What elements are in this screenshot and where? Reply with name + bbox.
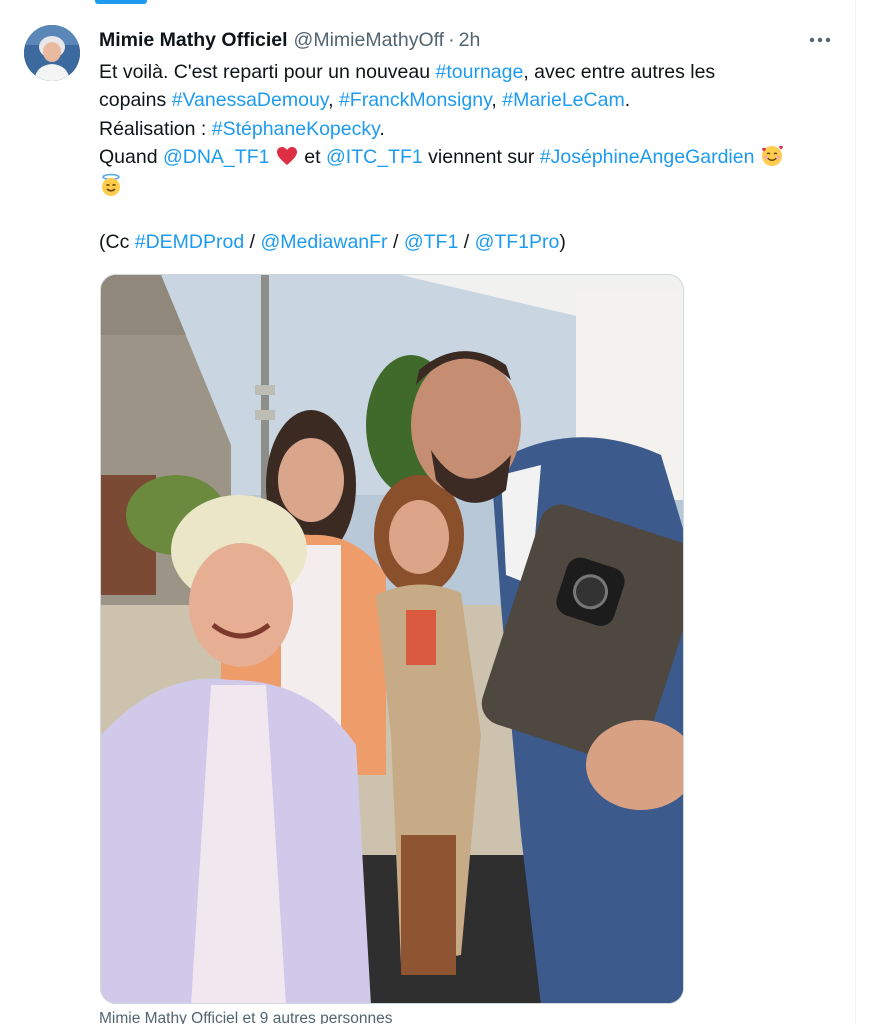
hashtag-link[interactable]: #DEMDProd (135, 231, 244, 253)
author-handle[interactable]: @MimieMathyOff (294, 29, 445, 52)
header-separator: · (448, 28, 455, 51)
text-segment: Et voilà. C'est reparti pour un nouveau (99, 61, 436, 83)
smiling-face-with-hearts-icon (761, 145, 783, 167)
more-options-button[interactable] (806, 28, 834, 52)
text-segment: Réalisation : (99, 117, 212, 140)
red-heart-icon (276, 147, 297, 166)
text-segment: / (458, 231, 475, 254)
more-horizontal-icon (809, 37, 831, 43)
hashtag-link[interactable]: #StéphaneKopecky (212, 118, 380, 140)
text-segment: / (244, 231, 261, 254)
text-segment: , (491, 89, 503, 112)
mention-link[interactable]: @MediawanFr (260, 231, 387, 253)
text-segment: . (379, 117, 385, 140)
tweet-line-6: (Cc #DEMDProd / @MediawanFr / @TF1 / @TF… (99, 228, 839, 256)
text-segment: ) (559, 231, 566, 254)
top-tab-indicator (95, 0, 147, 4)
tweet-photo[interactable] (100, 274, 684, 1004)
hashtag-link[interactable]: #MarieLeCam (502, 89, 624, 111)
tweet-text: Et voilà. C'est reparti pour un nouveau … (99, 58, 839, 257)
timeline-divider (855, 0, 856, 1024)
tweet-line-3: Réalisation : #StéphaneKopecky. (99, 115, 839, 143)
text-segment: / (387, 231, 404, 254)
smiling-face-with-halo-icon (102, 173, 120, 196)
text-segment: Quand (99, 146, 163, 169)
author-avatar[interactable] (24, 25, 80, 81)
text-segment: viennent sur (422, 146, 540, 169)
author-name[interactable]: Mimie Mathy Officiel (99, 29, 288, 52)
mention-link[interactable]: @ITC_TF1 (326, 146, 423, 168)
tweet-line-4: Quand @DNA_TF1 et @ITC_TF1 viennent sur … (99, 143, 839, 171)
tweet-line-1: Et voilà. C'est reparti pour un nouveau … (99, 58, 839, 86)
text-segment: . (624, 89, 631, 112)
hashtag-link[interactable]: #FranckMonsigny (339, 89, 491, 111)
text-segment: , avec entre autres les (523, 61, 716, 83)
tweet-timestamp[interactable]: 2h (459, 29, 481, 52)
text-segment: et (298, 146, 326, 169)
mention-link[interactable]: @DNA_TF1 (163, 146, 269, 168)
selfie-photo-illustration (101, 275, 683, 1003)
text-segment: , (328, 89, 339, 112)
hashtag-link[interactable]: #VanessaDemouy (172, 89, 328, 111)
hashtag-link[interactable]: #JoséphineAngeGardien (540, 146, 755, 168)
mention-link[interactable]: @TF1 (404, 231, 458, 253)
tagged-people-link[interactable]: Mimie Mathy Officiel et 9 autres personn… (99, 1010, 392, 1024)
tweet-line-5 (99, 172, 839, 200)
text-segment: copains (99, 89, 172, 112)
text-segment: (Cc (99, 231, 135, 254)
tweet-line-2: copains #VanessaDemouy, #FranckMonsigny,… (99, 86, 839, 114)
tweet-header: Mimie Mathy Officiel @MimieMathyOff · 2h (99, 27, 480, 53)
hashtag-link[interactable]: #tournage (436, 61, 524, 83)
mention-link[interactable]: @TF1Pro (475, 231, 560, 253)
